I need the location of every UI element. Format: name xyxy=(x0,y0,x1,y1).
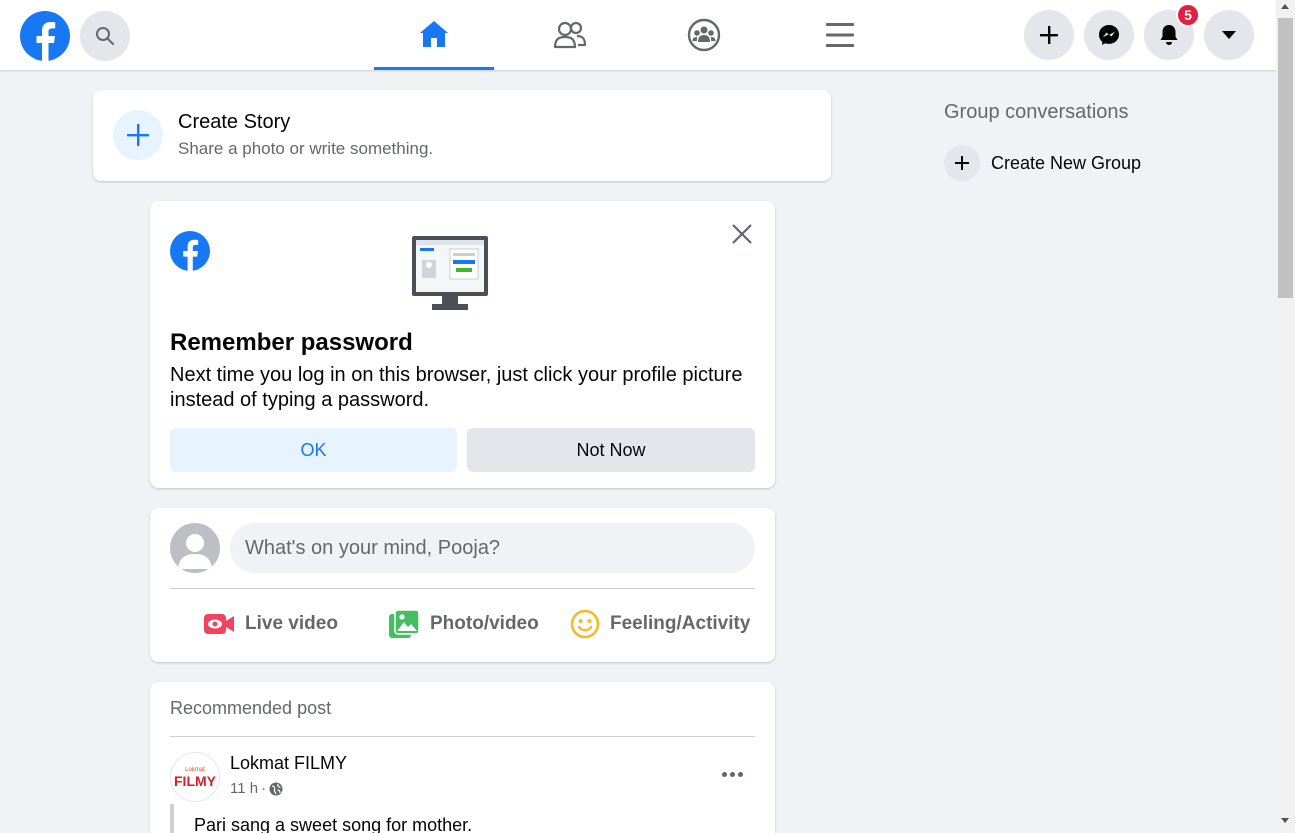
feeling-activity-label: Feeling/Activity xyxy=(610,613,751,634)
computer-monitor-illustration-icon xyxy=(410,234,490,314)
top-navigation-bar xyxy=(0,0,1276,70)
scrollbar[interactable] xyxy=(1276,0,1295,833)
create-new-group-button[interactable]: Create New Group xyxy=(944,145,1141,181)
photo-video-label: Photo/video xyxy=(430,613,539,634)
caret-down-icon xyxy=(1222,31,1236,39)
tab-friends[interactable] xyxy=(510,0,630,70)
tab-menu[interactable] xyxy=(780,0,900,70)
search-button[interactable] xyxy=(80,11,130,61)
remember-password-card: Remember password Next time you log in o… xyxy=(150,201,775,488)
recommended-post-label: Recommended post xyxy=(170,698,332,718)
meta-separator: · xyxy=(261,780,267,797)
create-button[interactable] xyxy=(1024,10,1074,60)
divider xyxy=(170,588,755,589)
photo-video-icon xyxy=(389,609,420,638)
feeling-icon xyxy=(570,609,600,639)
plus-icon xyxy=(944,145,980,181)
create-story-plus-icon[interactable] xyxy=(113,110,163,160)
messenger-icon xyxy=(1099,25,1119,45)
messenger-button[interactable] xyxy=(1084,10,1134,60)
remember-password-title: Remember password xyxy=(170,329,413,356)
create-new-group-label: Create New Group xyxy=(991,152,1142,173)
group-conversations-title: Group conversations xyxy=(944,101,1129,123)
globe-icon xyxy=(269,782,283,795)
create-story-card[interactable]: Create Story Share a photo or write some… xyxy=(93,90,831,181)
page-avatar-text: FILMY xyxy=(174,773,217,789)
friends-icon xyxy=(553,21,587,49)
live-video-icon xyxy=(204,614,234,634)
quote-bar xyxy=(170,804,174,833)
not-now-button[interactable]: Not Now xyxy=(467,428,755,472)
remember-password-text: Next time you log in on this browser, ju… xyxy=(170,364,743,411)
post-meta: 11 h · xyxy=(230,780,283,797)
facebook-logo-icon[interactable] xyxy=(20,11,70,61)
recommended-post-card: Recommended post Lokmat FILMY Lokmat FIL… xyxy=(150,682,775,833)
account-button[interactable] xyxy=(1204,10,1254,60)
home-icon xyxy=(420,20,448,47)
post-composer-card: What's on your mind, Pooja? Live video P… xyxy=(150,508,775,662)
feeling-activity-button[interactable]: Feeling/Activity xyxy=(570,608,750,640)
more-options-icon[interactable] xyxy=(720,764,744,784)
search-icon xyxy=(96,27,114,45)
bell-icon xyxy=(1160,25,1178,45)
post-time[interactable]: 11 h xyxy=(230,780,258,797)
ok-button[interactable]: OK xyxy=(170,428,457,472)
post-text: Pari sang a sweet song for mother. xyxy=(194,815,473,833)
tab-home[interactable] xyxy=(374,0,494,70)
live-video-button[interactable]: Live video xyxy=(203,608,338,640)
page-name-link[interactable]: Lokmat FILMY xyxy=(230,753,347,774)
create-story-title: Create Story xyxy=(178,111,291,133)
scroll-up-arrow-icon[interactable] xyxy=(1281,4,1289,9)
whats-on-your-mind-input[interactable]: What's on your mind, Pooja? xyxy=(230,523,755,573)
close-icon[interactable] xyxy=(727,219,757,249)
tab-groups[interactable] xyxy=(644,0,764,70)
scroll-thumb[interactable] xyxy=(1278,18,1293,298)
groups-icon xyxy=(687,18,721,52)
plus-icon xyxy=(1040,26,1058,44)
photo-video-button[interactable]: Photo/video xyxy=(388,608,539,640)
page-avatar[interactable]: Lokmat FILMY xyxy=(170,752,220,802)
scroll-down-arrow-icon[interactable] xyxy=(1281,818,1289,823)
avatar[interactable] xyxy=(170,523,220,573)
divider xyxy=(170,736,755,737)
notification-badge: 5 xyxy=(1176,3,1200,27)
hamburger-menu-icon xyxy=(826,23,854,47)
live-video-label: Live video xyxy=(245,613,338,634)
create-story-subtitle: Share a photo or write something. xyxy=(178,139,434,158)
facebook-logo-icon xyxy=(170,231,210,271)
